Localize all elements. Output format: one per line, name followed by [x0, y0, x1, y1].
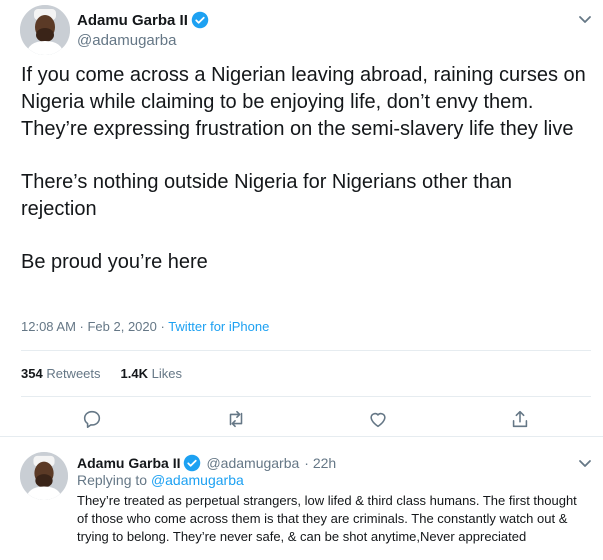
tweet-body: If you come across a Nigerian leaving ab…: [21, 62, 591, 276]
heart-icon[interactable]: [367, 408, 389, 430]
retweets-label: Retweets: [46, 366, 101, 381]
tweet-stats: 354 Retweets 1.4K Likes: [21, 366, 202, 381]
retweets-count: 354: [21, 366, 43, 381]
tweet-actions: [0, 408, 603, 434]
author-handle[interactable]: @adamugarba: [77, 32, 176, 49]
tweet-timestamp[interactable]: 12:08 AM · Feb 2, 2020 ·: [21, 319, 168, 334]
likes-stat[interactable]: 1.4K Likes: [121, 366, 182, 381]
reply-author-handle[interactable]: @adamugarba: [206, 455, 299, 471]
author-name-row: Adamu Garba II: [77, 11, 209, 29]
retweet-icon[interactable]: [225, 408, 247, 430]
author-avatar[interactable]: [20, 5, 70, 55]
likes-count: 1.4K: [120, 366, 148, 381]
reply-age[interactable]: · 22h: [304, 455, 336, 471]
reply-icon[interactable]: [81, 408, 103, 430]
chevron-down-icon[interactable]: [577, 11, 593, 27]
tweet-source[interactable]: Twitter for iPhone: [168, 319, 269, 334]
verified-badge-icon: [191, 11, 209, 29]
verified-badge-icon: [183, 454, 201, 472]
likes-label: Likes: [151, 366, 182, 381]
share-icon[interactable]: [509, 408, 531, 430]
reply-header: Adamu Garba II @adamugarba · 22h: [77, 454, 336, 472]
chevron-down-icon[interactable]: [577, 455, 593, 471]
replying-to: Replying to @adamugarba: [77, 472, 244, 488]
tweet-paragraph: Be proud you’re here: [21, 251, 208, 273]
divider: [21, 350, 591, 351]
author-name[interactable]: Adamu Garba II: [77, 12, 188, 29]
reply-author-name[interactable]: Adamu Garba II: [77, 455, 180, 471]
reply-author-avatar[interactable]: [20, 452, 68, 500]
reply-body: They’re treated as perpetual strangers, …: [77, 493, 577, 544]
replying-prefix: Replying to: [77, 472, 151, 488]
tweet-paragraph: There’s nothing outside Nigeria for Nige…: [21, 171, 513, 220]
divider: [21, 396, 591, 397]
tweet-paragraph: If you come across a Nigerian leaving ab…: [21, 64, 586, 140]
main-tweet: Adamu Garba II @adamugarba If you come a…: [0, 0, 603, 437]
retweets-stat[interactable]: 354 Retweets: [21, 366, 101, 381]
author-handle-row: @adamugarba: [77, 32, 176, 49]
replying-mention[interactable]: @adamugarba: [151, 472, 244, 488]
tweet-meta: 12:08 AM · Feb 2, 2020 · Twitter for iPh…: [21, 319, 269, 334]
